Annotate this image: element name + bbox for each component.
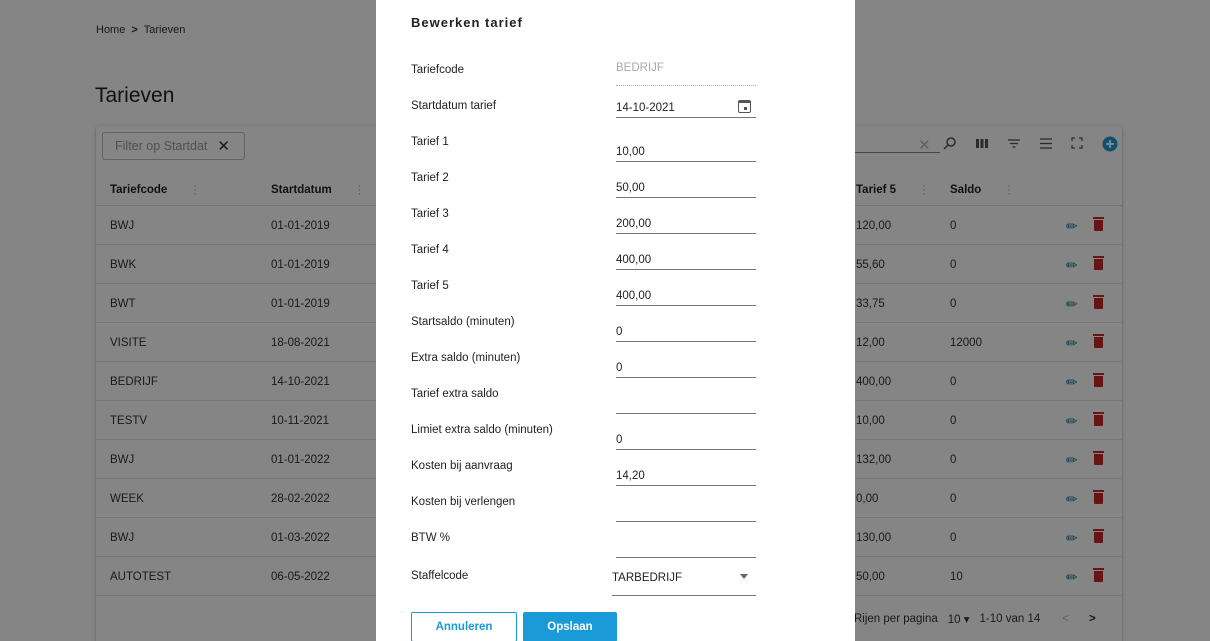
tarief1-input[interactable]: 10,00 [616, 138, 756, 162]
field-label: Startdatum tarief [411, 100, 497, 112]
tarief4-input[interactable]: 400,00 [616, 246, 756, 270]
field-tarief-extra-saldo: Tarief extra saldo [376, 388, 855, 424]
startdatum-input[interactable]: 14-10-2021 [616, 94, 756, 118]
tarief-extra-saldo-input[interactable] [616, 390, 756, 414]
field-startdatum: Startdatum tarief 14-10-2021 [376, 100, 855, 136]
field-label: Tarief 1 [411, 136, 449, 148]
field-tarief1: Tarief 1 10,00 [376, 136, 855, 172]
startsaldo-input[interactable]: 0 [616, 318, 756, 342]
extrasaldo-input[interactable]: 0 [616, 354, 756, 378]
field-label: BTW % [411, 532, 450, 544]
field-tarief2: Tarief 2 50,00 [376, 172, 855, 208]
field-label: Tarief 4 [411, 244, 449, 256]
field-label: Staffelcode [411, 570, 469, 582]
field-staffelcode: Staffelcode TARBEDRIJF [376, 570, 855, 606]
field-btw: BTW % [376, 532, 855, 568]
field-label: Tarief 5 [411, 280, 449, 292]
field-label: Limiet extra saldo (minuten) [411, 424, 553, 436]
field-label: Startsaldo (minuten) [411, 316, 515, 328]
field-tarief4: Tarief 4 400,00 [376, 244, 855, 280]
field-label: Tarief extra saldo [411, 388, 499, 400]
cancel-button[interactable]: Annuleren [411, 612, 517, 641]
field-extrasaldo: Extra saldo (minuten) 0 [376, 352, 855, 388]
tariefcode-input: BEDRIJF [616, 62, 756, 86]
btw-input[interactable] [616, 534, 756, 558]
field-label: Tarief 3 [411, 208, 449, 220]
tarief5-input[interactable]: 400,00 [616, 282, 756, 306]
tarief2-input[interactable]: 50,00 [616, 174, 756, 198]
field-label: Tariefcode [411, 64, 465, 76]
field-kosten-aanvraag: Kosten bij aanvraag 14,20 [376, 460, 855, 496]
field-startsaldo: Startsaldo (minuten) 0 [376, 316, 855, 352]
chevron-down-icon[interactable] [740, 574, 748, 579]
field-tarief3: Tarief 3 200,00 [376, 208, 855, 244]
calendar-icon[interactable] [738, 100, 751, 113]
edit-rate-dialog: Bewerken tarief Tariefcode BEDRIJF Start… [376, 0, 855, 641]
field-limiet: Limiet extra saldo (minuten) 0 [376, 424, 855, 460]
field-label: Tarief 2 [411, 172, 449, 184]
field-tarief5: Tarief 5 400,00 [376, 280, 855, 316]
save-button[interactable]: Opslaan [523, 612, 617, 641]
field-label: Extra saldo (minuten) [411, 352, 521, 364]
kosten-verlengen-input[interactable] [616, 498, 756, 522]
kosten-aanvraag-input[interactable]: 14,20 [616, 462, 756, 486]
field-kosten-verlengen: Kosten bij verlengen [376, 496, 855, 532]
limiet-input[interactable]: 0 [616, 426, 756, 450]
dialog-title: Bewerken tarief [411, 15, 523, 30]
staffelcode-select[interactable]: TARBEDRIJF [612, 572, 756, 596]
tarief3-input[interactable]: 200,00 [616, 210, 756, 234]
field-label: Kosten bij verlengen [411, 496, 516, 508]
field-label: Kosten bij aanvraag [411, 460, 513, 472]
